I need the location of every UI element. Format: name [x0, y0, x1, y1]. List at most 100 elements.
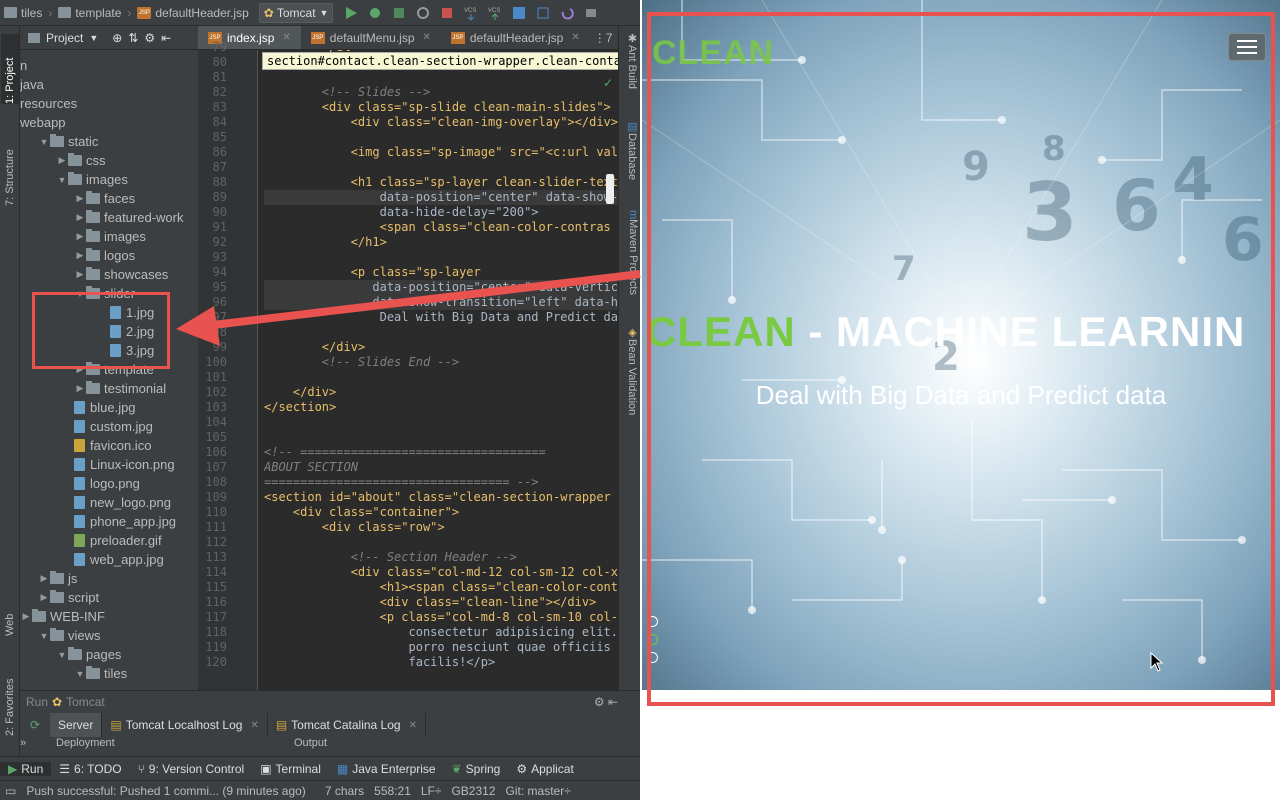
tree-item[interactable]: ▶ template: [74, 360, 154, 379]
tree-item[interactable]: ▼ views: [38, 626, 101, 645]
compare-icon[interactable]: [511, 5, 527, 21]
code-line[interactable]: data-hide-delay="200">: [264, 205, 539, 220]
gear-icon[interactable]: ⚙ ⇤: [594, 695, 618, 709]
code-line[interactable]: <p class="col-md-8 col-sm-10 col-xs: [264, 610, 618, 625]
editor-scrollbar[interactable]: [606, 174, 614, 204]
editor-tab-defaultheader[interactable]: JSP defaultHeader.jsp ✕: [441, 26, 590, 49]
expand-icon[interactable]: »: [20, 737, 56, 757]
chevron-right-icon[interactable]: ▶: [74, 193, 86, 204]
slider-dot-active[interactable]: [647, 634, 658, 645]
project-header-label[interactable]: Project: [46, 31, 83, 45]
code-line[interactable]: <h1 class="sp-layer clean-slider-text-: [264, 175, 618, 190]
tree-item[interactable]: ▼ images: [56, 170, 128, 189]
tool-todo[interactable]: ☰ 6: TODO: [51, 762, 129, 776]
code-line[interactable]: <div class="col-md-12 col-sm-12 col-xs-: [264, 565, 618, 580]
debug-icon[interactable]: [367, 5, 383, 21]
slider-dot[interactable]: [647, 616, 658, 627]
tree-item[interactable]: ▶ js: [38, 569, 77, 588]
settings-icon[interactable]: [583, 5, 599, 21]
tree-item[interactable]: phone_app.jpg: [74, 512, 176, 531]
close-icon[interactable]: ✕: [571, 32, 579, 43]
tree-item[interactable]: ▼ tiles: [74, 664, 127, 683]
code-line[interactable]: <div class="sp-slide clean-main-slides">: [264, 100, 611, 115]
tree-item[interactable]: preloader.gif: [74, 531, 162, 550]
chevron-down-icon[interactable]: ▼: [74, 289, 86, 299]
tree-item[interactable]: favicon.ico: [74, 436, 151, 455]
code-line[interactable]: <section id="about" class="clean-section…: [264, 490, 618, 505]
chevron-right-icon[interactable]: ▶: [20, 611, 32, 622]
code-line[interactable]: facilis!</p>: [264, 655, 495, 670]
chevron-down-icon[interactable]: ▼: [74, 669, 86, 679]
code-line[interactable]: <div class="clean-line"></div>: [264, 595, 597, 610]
run-configuration-select[interactable]: ✿ Tomcat ▼: [258, 2, 334, 23]
chevron-right-icon[interactable]: ▶: [74, 231, 86, 242]
tree-item[interactable]: new_logo.png: [74, 493, 171, 512]
chevron-down-icon[interactable]: ▼: [56, 175, 68, 185]
tool-application[interactable]: ⚙ Applicat: [508, 762, 581, 776]
code-line[interactable]: Deal with Big Data and Predict dat: [264, 310, 618, 325]
editor-tab-defaultmenu[interactable]: JSP defaultMenu.jsp ✕: [301, 26, 441, 49]
revert-icon[interactable]: [559, 5, 575, 21]
collapse-icon[interactable]: ⇅: [128, 31, 138, 45]
close-icon[interactable]: ✕: [423, 32, 431, 43]
status-git-branch[interactable]: Git: master÷: [506, 784, 571, 798]
run-tab-server[interactable]: Server: [50, 713, 103, 737]
chevron-right-icon[interactable]: ▶: [38, 573, 50, 584]
status-encoding[interactable]: GB2312: [451, 784, 495, 798]
code-line[interactable]: </h1>: [264, 235, 387, 250]
tool-database[interactable]: ▤Database: [621, 120, 639, 180]
code-line[interactable]: data-position="center" data-vertica: [264, 280, 618, 295]
tree-item[interactable]: 1.jpg: [110, 303, 154, 322]
tree-item[interactable]: ▶ logos: [74, 246, 135, 265]
code-line[interactable]: <!-- Section Header -->: [264, 550, 517, 565]
tool-spring[interactable]: ❦ Spring: [444, 762, 509, 776]
profile-icon[interactable]: [415, 5, 431, 21]
chevron-down-icon[interactable]: ▼: [38, 137, 50, 147]
tree-item[interactable]: ▼ slider: [74, 284, 135, 303]
run-tab-catalina-log[interactable]: ▤ Tomcat Catalina Log ✕: [268, 713, 426, 737]
code-line[interactable]: ABOUT SECTION: [264, 460, 358, 475]
status-line-separator[interactable]: LF÷: [421, 784, 442, 798]
chevron-right-icon[interactable]: ▶: [74, 383, 86, 394]
breadcrumb-file[interactable]: JSP defaultHeader.jsp: [133, 6, 252, 20]
tree-item[interactable]: ▶ images: [74, 227, 146, 246]
tab-web[interactable]: Web: [1, 596, 19, 636]
tree-item[interactable]: ▶ css: [56, 151, 106, 170]
tree-item[interactable]: Linux-icon.png: [74, 455, 175, 474]
chevron-down-icon[interactable]: ▼: [38, 631, 50, 641]
close-icon[interactable]: ✕: [250, 720, 258, 731]
tool-terminal[interactable]: ▣ Terminal: [252, 762, 329, 776]
tab-structure[interactable]: 7: Structure: [1, 116, 19, 206]
vcs-commit-icon[interactable]: VCS: [487, 5, 503, 21]
gear-icon[interactable]: ⚙: [144, 31, 155, 45]
tool-maven[interactable]: mMaven Projects: [621, 210, 639, 295]
tree-item[interactable]: webapp: [20, 113, 66, 132]
site-logo[interactable]: CLEAN: [652, 34, 774, 73]
close-icon[interactable]: ✕: [282, 32, 290, 43]
status-toggle-icon[interactable]: ▭: [5, 784, 16, 798]
tree-item[interactable]: ▶ testimonial: [74, 379, 166, 398]
coverage-icon[interactable]: [391, 5, 407, 21]
tree-item[interactable]: logo.png: [74, 474, 140, 493]
code-line[interactable]: <h1><span class="clean-color-contra: [264, 580, 618, 595]
code-line[interactable]: <div class="clean-img-overlay"></div>: [264, 115, 618, 130]
code-line[interactable]: <!-- Slides End -->: [264, 355, 459, 370]
tab-favorites[interactable]: 2: Favorites: [1, 656, 19, 736]
chevron-right-icon[interactable]: ▶: [38, 592, 50, 603]
chevron-right-icon[interactable]: ▶: [56, 155, 68, 166]
chevron-right-icon[interactable]: ▶: [74, 364, 86, 375]
tree-item[interactable]: web_app.jpg: [74, 550, 164, 569]
chevron-down-icon[interactable]: ▼: [56, 650, 68, 660]
close-icon[interactable]: ✕: [409, 720, 417, 731]
code-line[interactable]: data-position="center" data-show-t: [264, 190, 618, 205]
code-line[interactable]: <img class="sp-image" src="<c:url valu: [264, 145, 618, 160]
chevron-right-icon[interactable]: ▶: [74, 212, 86, 223]
tree-item[interactable]: blue.jpg: [74, 398, 136, 417]
breadcrumb-template[interactable]: template: [54, 6, 125, 20]
breadcrumb-tiles[interactable]: tiles: [0, 6, 46, 20]
tree-item[interactable]: java: [20, 75, 44, 94]
code-line[interactable]: </div>: [264, 385, 336, 400]
tree-item[interactable]: ▼ static: [38, 132, 98, 151]
rerun-icon[interactable]: ⟳: [20, 718, 50, 732]
tree-item[interactable]: n: [20, 56, 27, 75]
